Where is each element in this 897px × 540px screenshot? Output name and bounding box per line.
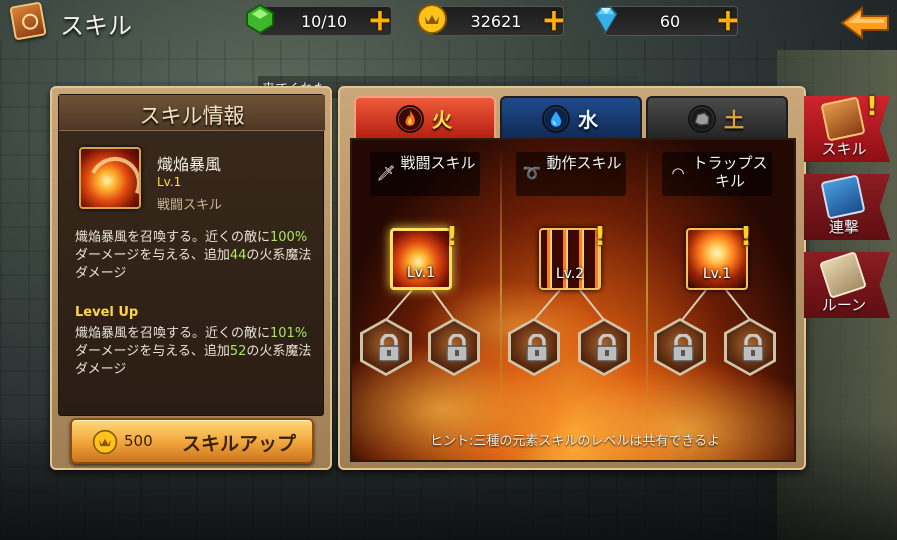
tab-fire-label: 火 [432, 108, 452, 132]
tab-fire[interactable]: 火 [354, 96, 496, 138]
trap-skill-header: ◠ トラップスキル [662, 152, 772, 196]
desc-bonus-damage: 44 [229, 248, 247, 263]
level-up-description: 熾焔暴風を召喚する。近くの敵に101%ダーメージを与える、追加52の火系魔法ダメ… [75, 325, 315, 379]
side-tab-combo-label: 連撃 [828, 218, 859, 236]
lock-icon [378, 334, 400, 362]
fire-icon [396, 105, 424, 133]
blazing-storm-skill-icon [79, 147, 141, 209]
locked-slot-bg [657, 321, 703, 373]
locked-slot-bg [727, 321, 773, 373]
combat-skill-header: 🗡 戦闘スキル [370, 152, 480, 196]
trap-icon: ◠ [671, 164, 685, 182]
stamina-plus-button[interactable]: + [366, 6, 394, 36]
green-gem-icon [246, 3, 274, 35]
skill-book-icon [820, 96, 866, 142]
locked-slot-bg [511, 321, 557, 373]
tab-water-label: 水 [578, 108, 598, 132]
skill-type: 戦闘スキル [157, 198, 223, 213]
new-skill-alert-icon: ! [740, 222, 752, 252]
action-skill-label: 動作スキル [546, 154, 622, 172]
desc-text: 熾焔暴風を召喚する。近くの敵に [75, 326, 271, 341]
skill-tree-area: 🗡 戦闘スキル Lv.1 ! ➰ 動作スキル Lv.2 ! ◠ トラップスキル … [350, 138, 796, 462]
gem-plus-button[interactable]: + [714, 6, 742, 36]
action-skill-node[interactable]: Lv.2 [539, 228, 601, 290]
skill-description: 熾焔暴風を召喚する。近くの敵に100%ダーメージを与える、追加44の火系魔法ダメ… [75, 229, 315, 283]
gold-coin-icon [92, 429, 118, 455]
gold-value: 32621 [470, 12, 522, 31]
skill-book-icon [9, 1, 47, 41]
lock-icon [446, 334, 468, 362]
skill-info-title: スキル情報 [139, 104, 245, 128]
skill-tree-panel: 火 水 土 🗡 戦闘スキル Lv.1 ! ➰ 動作スキル Lv.2 ! ◠ トラ… [338, 86, 806, 470]
next-bonus-damage: 52 [229, 344, 247, 359]
gem-value: 60 [659, 12, 681, 31]
lock-icon [672, 334, 694, 362]
side-tab-skill-label: スキル [821, 140, 867, 158]
desc-damage-percent: 100% [270, 230, 308, 245]
top-bar: スキル 10/10 + 32621 + 60 + [0, 0, 897, 44]
new-skill-alert-icon: ! [594, 222, 606, 252]
side-tab-rune-label: ルーン [821, 296, 867, 314]
level-up-label: Level Up [75, 305, 139, 320]
trap-skill-level: Lv.1 [702, 266, 732, 282]
side-tab-rune[interactable]: ルーン [804, 252, 890, 318]
diamond-icon [594, 7, 618, 33]
trap-skill-node[interactable]: Lv.1 [686, 228, 748, 290]
new-skill-alert-icon: ! [866, 92, 878, 122]
gold-plus-button[interactable]: + [540, 6, 568, 36]
combat-skill-level: Lv.1 [406, 265, 436, 281]
skill-up-button[interactable]: 500 スキルアップ [70, 418, 314, 464]
skill-name: 熾焔暴風 [157, 155, 222, 174]
skill-info-body: スキル情報 熾焔暴風 Lv.1 戦闘スキル 熾焔暴風を召喚する。近くの敵に100… [58, 94, 325, 416]
upgrade-cost: 500 [124, 432, 153, 450]
locked-slot-bg [581, 321, 627, 373]
combat-skill-label: 戦闘スキル [400, 154, 476, 172]
tab-earth-label: 土 [724, 108, 744, 132]
water-drop-icon [542, 105, 570, 133]
trap-skill-label: トラップスキル [692, 154, 768, 190]
desc-text: ダーメージを与える、追加 [75, 248, 230, 263]
combo-book-icon [820, 174, 866, 220]
side-tab-combo[interactable]: 連撃 [804, 174, 890, 240]
sword-icon: 🗡 [376, 164, 396, 182]
locked-slot-bg [363, 321, 409, 373]
lock-icon [596, 334, 618, 362]
desc-text: ダーメージを与える、追加 [75, 344, 230, 359]
rune-scroll-icon [819, 252, 867, 299]
dash-icon: ➰ [522, 164, 542, 182]
rock-icon [688, 105, 716, 133]
action-skill-header: ➰ 動作スキル [516, 152, 626, 196]
stamina-value: 10/10 [300, 12, 348, 31]
action-skill-level: Lv.2 [555, 266, 585, 282]
skill-info-panel: スキル情報 熾焔暴風 Lv.1 戦闘スキル 熾焔暴風を召喚する。近くの敵に100… [50, 86, 332, 470]
locked-slot-bg [431, 321, 477, 373]
hint-text: ヒント:三種の元素スキルのレベルは共有できるよ [429, 434, 721, 449]
next-damage-percent: 101% [270, 326, 308, 341]
page-title: スキル [60, 12, 132, 40]
lock-icon [742, 334, 764, 362]
back-arrow-icon[interactable] [840, 6, 890, 40]
lock-icon [526, 334, 548, 362]
tab-earth[interactable]: 土 [646, 96, 788, 138]
desc-text: 熾焔暴風を召喚する。近くの敵に [75, 230, 271, 245]
skill-up-label: スキルアップ [182, 433, 297, 455]
new-skill-alert-icon: ! [446, 222, 458, 252]
tab-water[interactable]: 水 [500, 96, 642, 138]
skill-info-header: スキル情報 [59, 95, 325, 131]
gold-coin-icon [417, 4, 447, 34]
combat-skill-node[interactable]: Lv.1 [390, 228, 452, 290]
skill-level: Lv.1 [157, 175, 182, 189]
